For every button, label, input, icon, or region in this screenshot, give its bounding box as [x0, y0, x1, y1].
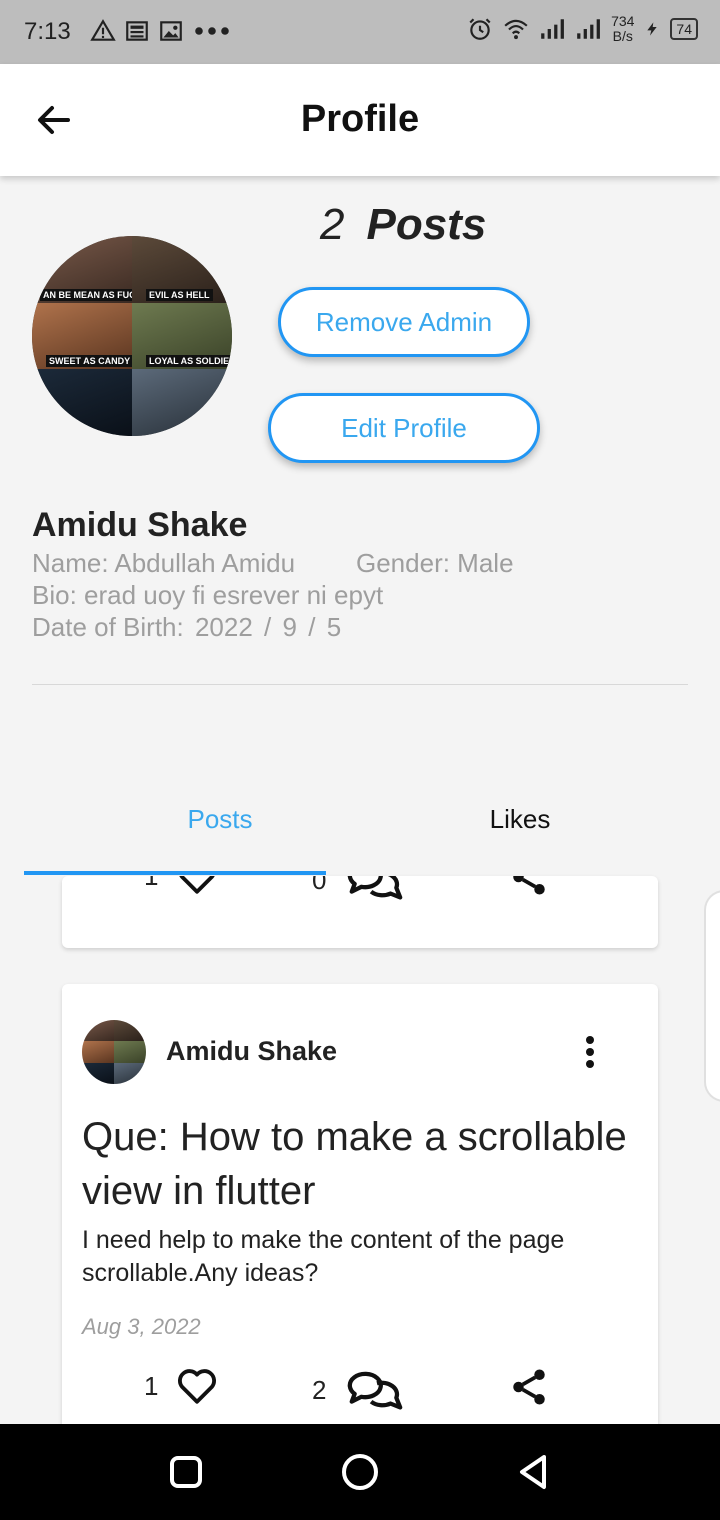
app-bar: Profile: [0, 64, 720, 176]
share-button[interactable]: [508, 1366, 550, 1408]
posts-count-number: 2: [320, 200, 345, 249]
network-speed: 734 B/s: [611, 14, 634, 44]
news-icon: [126, 21, 148, 41]
post-card-previous: 1 0: [62, 876, 658, 948]
edit-profile-button[interactable]: Edit Profile: [268, 393, 540, 463]
like-count: 1: [144, 876, 158, 892]
avatar-tile: [32, 369, 132, 436]
signal-icon: [541, 19, 564, 39]
tab-posts[interactable]: Posts: [120, 804, 320, 835]
avatar-tile: LOYAL AS SOLDIER: [132, 302, 232, 370]
dob-label: Date of Birth:: [32, 612, 184, 642]
author-avatar[interactable]: [82, 1020, 146, 1084]
comment-count: 2: [312, 1374, 327, 1405]
chat-bubbles-icon: [348, 876, 403, 900]
avatar-tile: [114, 1062, 146, 1084]
like-count: 1: [144, 1370, 159, 1401]
heart-outline-icon: [179, 876, 216, 894]
avatar-tile: [114, 1020, 146, 1042]
avatar-tile: [82, 1062, 114, 1084]
post-title: Que: How to make a scrollable view in fl…: [82, 1115, 627, 1213]
edge-panel-handle[interactable]: [704, 890, 720, 1102]
tab-indicator: [24, 871, 326, 875]
dob-day: 5: [326, 612, 342, 642]
dob-year: 2022: [194, 612, 253, 642]
avatar-tile: [132, 369, 232, 436]
dob-month: 9: [282, 612, 297, 642]
avatar-caption: EVIL AS HELL: [146, 288, 213, 301]
post-body: I need help to make the content of the p…: [82, 1226, 565, 1287]
post-card[interactable]: Amidu Shake Que: How to make a scrollabl…: [62, 984, 658, 1444]
dob-separator: /: [308, 612, 316, 642]
gender: Gender: Male: [356, 548, 514, 578]
avatar-tile: [82, 1020, 114, 1042]
post-actions: 1 2: [62, 1366, 658, 1416]
comment-button[interactable]: 0: [312, 876, 406, 904]
share-icon: [513, 876, 545, 895]
more-vertical-icon[interactable]: [578, 1032, 602, 1072]
status-bar: 7:13 734 B/s 74: [0, 0, 720, 64]
avatar-meme-grid: [82, 1020, 146, 1084]
remove-admin-button[interactable]: Remove Admin: [278, 287, 530, 357]
avatar-tile: AN BE MEAN AS FUCK: [32, 236, 146, 303]
charging-bolt-icon: [647, 22, 658, 36]
avatar-tile: [114, 1041, 146, 1063]
heart-outline-icon: [178, 1369, 217, 1404]
system-nav-bar: [0, 1424, 720, 1520]
image-icon: [160, 21, 182, 41]
post-actions: 1 0: [62, 876, 658, 906]
chat-bubbles-icon: [348, 1371, 403, 1410]
signal-2-icon: [577, 19, 600, 39]
share-button[interactable]: [508, 876, 550, 898]
post-date: Aug 3, 2022: [82, 1314, 201, 1339]
network-speed-value: 734: [611, 13, 635, 29]
dob-separator: /: [264, 612, 272, 642]
avatar-tile: SWEET AS CANDY: [32, 302, 134, 370]
avatar-tile: EVIL AS HELL: [132, 236, 232, 303]
full-name: Name: Abdullah Amidu: [32, 548, 296, 578]
triangle-back-icon[interactable]: [512, 1450, 556, 1494]
comment-count: 0: [312, 876, 327, 895]
alarm-icon: [469, 18, 491, 40]
circle-home-icon[interactable]: [338, 1450, 382, 1494]
post-author-name[interactable]: Amidu Shake: [166, 1036, 337, 1067]
avatar-caption: AN BE MEAN AS FUCK: [40, 288, 146, 301]
posts-count-label: Posts: [366, 200, 487, 249]
notification-icons: [90, 18, 232, 44]
battery-level: 74: [670, 18, 698, 40]
wifi-icon: [504, 19, 528, 40]
profile-avatar[interactable]: AN BE MEAN AS FUCK EVIL AS HELL SWEET AS…: [32, 236, 232, 436]
network-speed-unit: B/s: [612, 28, 633, 44]
divider: [32, 684, 688, 685]
warning-icon: [90, 19, 116, 41]
bio: Bio: erad uoy fi esrever ni epyt: [32, 580, 384, 610]
like-button[interactable]: 1: [144, 876, 218, 896]
comment-button[interactable]: 2: [312, 1366, 406, 1414]
tab-likes[interactable]: Likes: [420, 804, 620, 835]
date-of-birth: Date of Birth: 2022 / 9 / 5: [32, 612, 345, 643]
more-dots-icon: [195, 27, 229, 35]
posts-count: 2 Posts: [320, 200, 486, 250]
avatar-caption: LOYAL AS SOLDIER: [146, 355, 232, 368]
avatar-caption: SWEET AS CANDY: [46, 355, 134, 368]
square-recents-icon[interactable]: [164, 1450, 208, 1494]
share-icon: [513, 1369, 545, 1405]
display-name: Amidu Shake: [32, 506, 248, 544]
page-title: Profile: [300, 98, 420, 140]
back-arrow-icon[interactable]: [30, 98, 80, 142]
status-time: 7:13: [24, 18, 71, 45]
system-icons: 734 B/s 74: [467, 14, 698, 44]
avatar-meme-grid: AN BE MEAN AS FUCK EVIL AS HELL SWEET AS…: [32, 236, 232, 436]
avatar-tile: [82, 1041, 114, 1063]
like-button[interactable]: 1: [144, 1366, 218, 1406]
